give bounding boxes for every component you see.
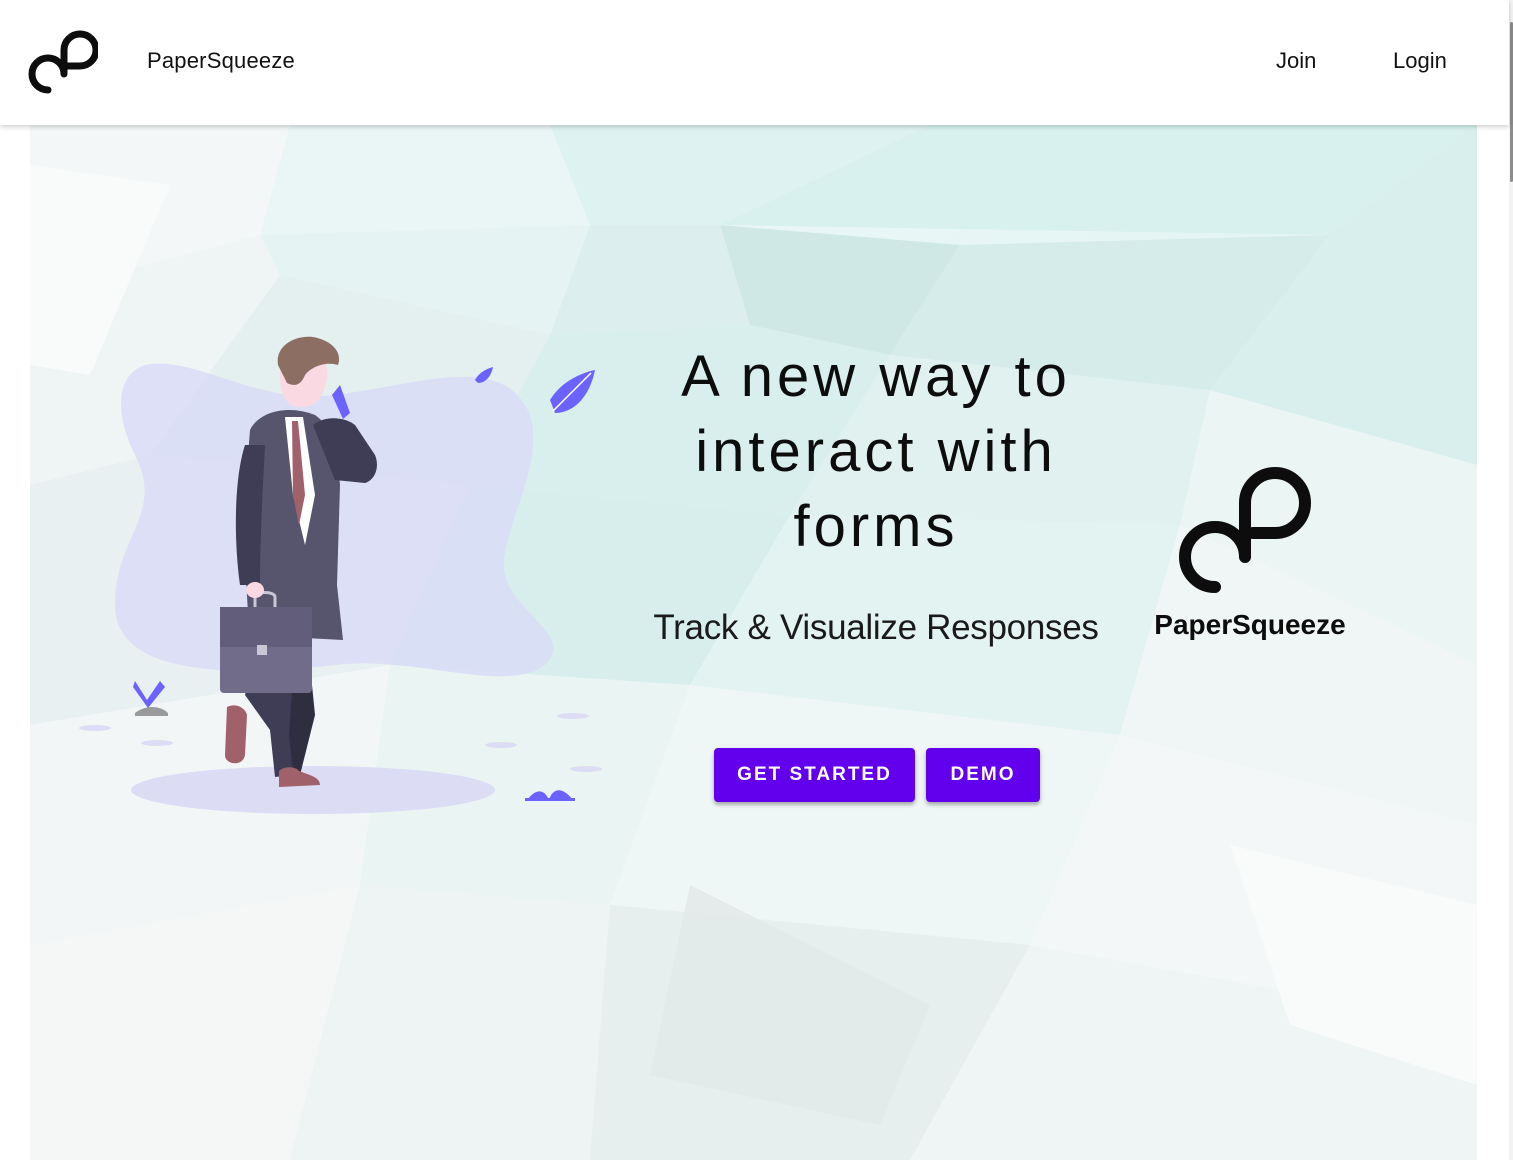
headline-line: interact with	[695, 419, 1057, 484]
plant-icon	[133, 681, 168, 716]
join-link[interactable]: Join	[1276, 48, 1316, 74]
hero-headline: A new way to interact with forms	[626, 339, 1126, 564]
briefcase-icon	[220, 591, 312, 693]
papersqueeze-logo-icon[interactable]	[26, 28, 98, 96]
brand-name: PaperSqueeze	[1154, 609, 1346, 640]
hero-subtitle: Track & Visualize Responses	[653, 608, 1099, 647]
headline-line: forms	[793, 494, 959, 559]
login-link[interactable]: Login	[1393, 48, 1447, 74]
top-app-bar: PaperSqueeze Join Login	[0, 0, 1509, 125]
hero-section: A new way to interact with forms Track &…	[30, 125, 1477, 1160]
headline-line: A new way to	[681, 344, 1071, 409]
app-title[interactable]: PaperSqueeze	[147, 48, 295, 74]
get-started-button[interactable]: GET STARTED	[714, 748, 915, 802]
papersqueeze-logo-icon	[1179, 467, 1311, 593]
leaf-icon	[550, 370, 595, 413]
businessman-illustration	[79, 336, 602, 814]
plant-icon	[525, 790, 575, 801]
demo-button[interactable]: DEMO	[926, 748, 1040, 802]
ground-shadow	[131, 766, 495, 814]
